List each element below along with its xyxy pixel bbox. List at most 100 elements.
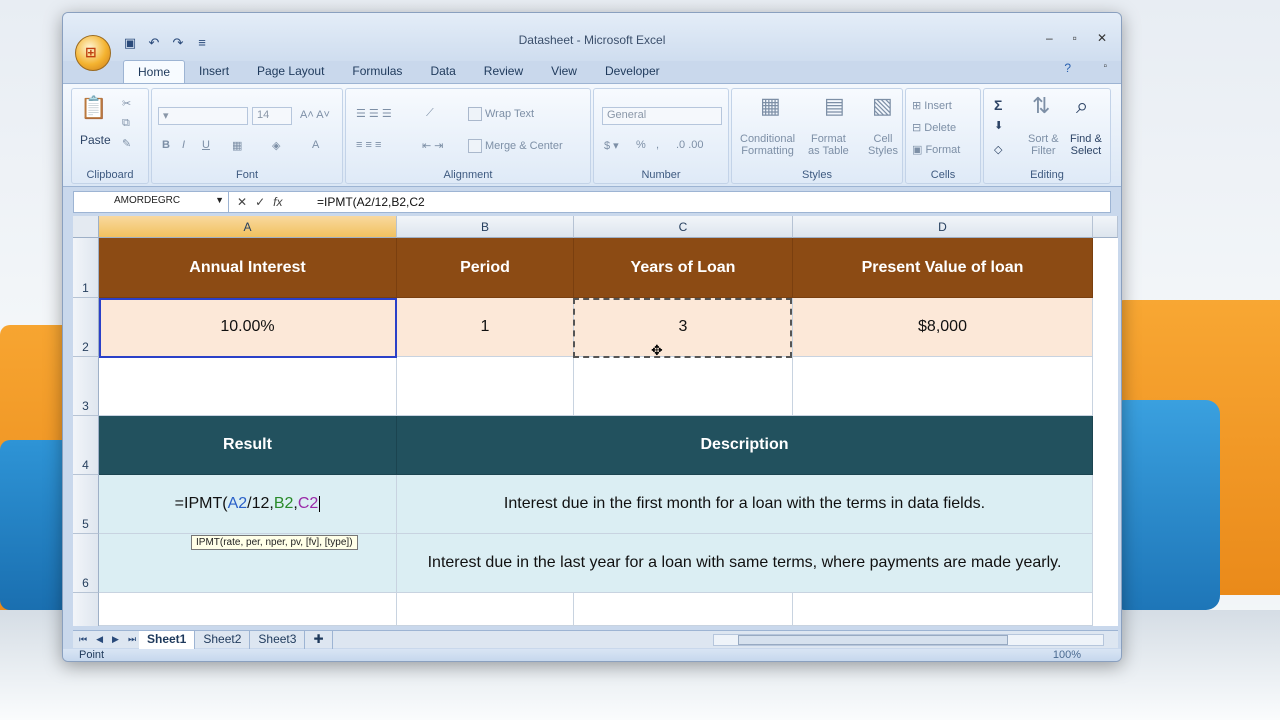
last-sheet-icon[interactable]: ⏭ [128, 634, 136, 645]
orientation-icon[interactable]: ⟋ [426, 107, 434, 120]
tab-review[interactable]: Review [470, 60, 537, 83]
conditional-formatting-button[interactable]: Conditional Formatting [740, 133, 795, 157]
minimize-icon[interactable]: – [1046, 31, 1053, 45]
clear-icon[interactable]: ◇ [994, 143, 1002, 156]
cell-b3[interactable] [397, 357, 574, 416]
column-header-c[interactable]: C [574, 216, 793, 238]
tab-formulas[interactable]: Formulas [338, 60, 416, 83]
format-as-table-button[interactable]: Format as Table [808, 133, 849, 157]
copy-icon[interactable]: ⧉ [122, 117, 130, 130]
sheet-tab-2[interactable]: Sheet2 [195, 630, 251, 649]
cell-a2[interactable]: 10.00% [99, 298, 397, 357]
row-header-2[interactable]: 2 [73, 298, 99, 357]
font-size-combo[interactable]: 14 [252, 107, 292, 125]
cut-icon[interactable]: ✂ [122, 97, 131, 110]
currency-icon[interactable]: $ ▾ [604, 139, 619, 152]
next-sheet-icon[interactable]: ▶ [112, 634, 119, 645]
cell-b2[interactable]: 1 [397, 298, 574, 357]
insert-function-icon[interactable]: fx [273, 195, 282, 209]
find-select-button[interactable]: Find & Select [1070, 133, 1102, 157]
insert-sheet-icon[interactable]: ✚ [305, 630, 333, 649]
cell-a5-editing[interactable]: =IPMT(A2/12, B2, C2 [99, 475, 397, 534]
paste-icon[interactable]: 📋 [80, 95, 107, 121]
wrap-text-button[interactable]: Wrap Text [468, 107, 534, 121]
tab-insert[interactable]: Insert [185, 60, 243, 83]
row-header-7[interactable] [73, 593, 99, 626]
fill-icon[interactable]: ⬇ [994, 119, 1003, 132]
cell-c1[interactable]: Years of Loan [574, 238, 793, 298]
tab-data[interactable]: Data [416, 60, 469, 83]
cell-a1[interactable]: Annual Interest [99, 238, 397, 298]
font-color-icon[interactable]: A [312, 139, 319, 151]
cell-c3[interactable] [574, 357, 793, 416]
sort-filter-button[interactable]: Sort & Filter [1028, 133, 1059, 157]
cell-d7[interactable] [793, 593, 1093, 626]
scrollbar-thumb[interactable] [738, 635, 1008, 645]
help-icon[interactable]: ? [1064, 61, 1071, 75]
cell-d3[interactable] [793, 357, 1093, 416]
autosum-icon[interactable]: Σ [994, 97, 1002, 113]
column-header-d[interactable]: D [793, 216, 1093, 238]
format-painter-icon[interactable]: ✎ [122, 137, 131, 150]
cell-b7[interactable] [397, 593, 574, 626]
name-box[interactable]: AMORDEGRC ▼ [74, 192, 229, 212]
select-all-corner[interactable] [73, 216, 99, 238]
cell-b1[interactable]: Period [397, 238, 574, 298]
cell-b4-merged[interactable]: Description [397, 416, 1093, 475]
underline-icon[interactable]: U [202, 139, 210, 151]
cell-d1[interactable]: Present Value of loan [793, 238, 1093, 298]
cell-c7[interactable] [574, 593, 793, 626]
first-sheet-icon[interactable]: ⏮ [79, 634, 87, 645]
cell-styles-button[interactable]: Cell Styles [868, 133, 898, 157]
font-name-combo[interactable]: ▾ [158, 107, 248, 125]
comma-icon[interactable]: , [656, 139, 659, 151]
row-header-4[interactable]: 4 [73, 416, 99, 475]
cell-b6-merged[interactable]: Interest due in the last year for a loan… [397, 534, 1093, 593]
function-tooltip[interactable]: IPMT(rate, per, nper, pv, [fv], [type]) [191, 535, 358, 550]
tab-developer[interactable]: Developer [591, 60, 674, 83]
italic-icon[interactable]: I [182, 139, 185, 151]
cell-d2[interactable]: $8,000 [793, 298, 1093, 357]
restore-icon[interactable]: ▫ [1103, 61, 1107, 72]
cell-a3[interactable] [99, 357, 397, 416]
decimal-icon[interactable]: .0 .00 [676, 139, 704, 151]
grow-font-icon[interactable]: A˄ A˅ [300, 109, 330, 121]
cell-a4[interactable]: Result [99, 416, 397, 475]
column-header-a[interactable]: A [99, 216, 397, 238]
chevron-down-icon[interactable]: ▼ [215, 195, 224, 205]
column-header-b[interactable]: B [397, 216, 574, 238]
tab-view[interactable]: View [537, 60, 591, 83]
insert-cells-button[interactable]: ⊞ Insert [912, 99, 952, 112]
column-header-e[interactable] [1093, 216, 1118, 238]
horizontal-scrollbar[interactable] [713, 634, 1104, 646]
cancel-icon[interactable]: ✕ [237, 195, 247, 209]
tab-home[interactable]: Home [123, 60, 186, 83]
fill-color-icon[interactable]: ◈ [272, 139, 280, 152]
format-cells-button[interactable]: ▣ Format [912, 143, 960, 156]
sheet-tab-1[interactable]: Sheet1 [139, 630, 196, 649]
row-header-6[interactable]: 6 [73, 534, 99, 593]
delete-cells-button[interactable]: ⊟ Delete [912, 121, 956, 134]
formula-input[interactable]: =IPMT(A2/12,B2,C2 [311, 195, 425, 209]
merge-center-button[interactable]: Merge & Center [468, 139, 563, 153]
row-header-3[interactable]: 3 [73, 357, 99, 416]
indent-icon[interactable]: ⇤ ⇥ [422, 139, 444, 152]
enter-icon[interactable]: ✓ [255, 195, 265, 209]
office-button[interactable]: ⊞ [75, 35, 111, 71]
align-left-icon[interactable]: ≡ ≡ ≡ [356, 139, 381, 151]
bold-icon[interactable]: B [162, 139, 170, 151]
cell-a7[interactable] [99, 593, 397, 626]
percent-icon[interactable]: % [636, 139, 646, 151]
sheet-tab-3[interactable]: Sheet3 [250, 630, 306, 649]
prev-sheet-icon[interactable]: ◀ [96, 634, 103, 645]
borders-icon[interactable]: ▦ [232, 139, 242, 152]
maximize-icon[interactable]: ▫ [1073, 31, 1077, 45]
row-header-5[interactable]: 5 [73, 475, 99, 534]
cell-b5-merged[interactable]: Interest due in the first month for a lo… [397, 475, 1093, 534]
align-top-icon[interactable]: ☰ ☰ ☰ [356, 107, 392, 120]
row-header-1[interactable]: 1 [73, 238, 99, 298]
paste-button[interactable]: Paste [80, 133, 111, 147]
cell-c2[interactable]: 3 [574, 298, 793, 357]
zoom-level[interactable]: 100% [1053, 649, 1081, 661]
number-format-combo[interactable]: General [602, 107, 722, 125]
